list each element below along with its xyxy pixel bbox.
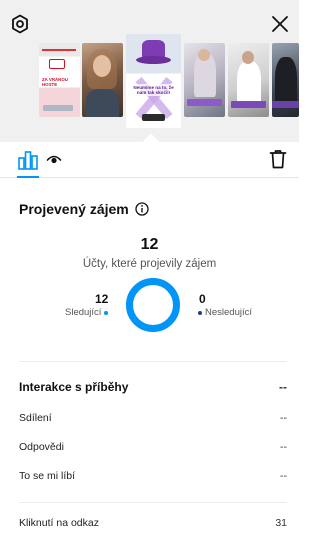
info-icon[interactable] [135, 202, 149, 216]
gear-icon[interactable] [10, 14, 30, 34]
divider [19, 502, 287, 503]
story-thumbnail-selected[interactable]: Neumíme na to, že nám tak skočil! [126, 34, 181, 128]
interest-donut-chart [126, 278, 180, 332]
interaction-row-shares: Sdílení -- [19, 412, 287, 424]
close-icon[interactable] [270, 14, 290, 34]
interactions-value: -- [279, 380, 287, 394]
non-followers-legend: Nesledující [198, 307, 252, 318]
story-thumbnail[interactable]: ZA VRÁNOU HOSTE [39, 43, 80, 117]
story-caption: ZA VRÁNOU HOSTE [42, 77, 68, 87]
story-thumbnail[interactable] [272, 43, 299, 117]
row-label: Odpovědi [19, 441, 64, 453]
row-value: -- [280, 412, 287, 424]
interest-total-label: Účty, které projevily zájem [82, 258, 217, 270]
donut-followers-arc [126, 278, 180, 332]
link-clicks-label: Kliknutí na odkaz [19, 517, 99, 529]
link-clicks-row: Kliknutí na odkaz 31 [19, 517, 287, 529]
followers-legend: Sledující [65, 307, 109, 318]
tab-insights[interactable] [17, 150, 39, 178]
followers-count: 12 [95, 292, 109, 306]
story-preview-area: ZA VRÁNOU HOSTE Neumíme na to, že nám ta… [0, 0, 299, 151]
story-thumbnail[interactable] [82, 43, 123, 117]
link-clicks-value: 31 [275, 517, 287, 529]
interest-section-title: Projevený zájem [19, 201, 149, 217]
followers-label: Sledující [65, 307, 102, 318]
followers-dot [104, 310, 109, 315]
non-followers-count: 0 [199, 292, 206, 306]
story-thumbnail[interactable] [184, 43, 225, 117]
interest-title: Projevený zájem [19, 201, 129, 217]
trash-icon[interactable] [269, 149, 287, 169]
row-label: To se mi líbí [19, 470, 76, 482]
row-value: -- [280, 470, 287, 482]
interaction-row-likes: To se mi líbí -- [19, 470, 287, 482]
interaction-row-replies: Odpovědi -- [19, 441, 287, 453]
insights-tab-bar [0, 142, 299, 178]
interactions-title: Interakce s příběhy [19, 380, 129, 394]
row-value: -- [280, 441, 287, 453]
non-followers-dot [198, 310, 202, 315]
bar-chart-icon [18, 151, 38, 170]
eye-icon [46, 155, 62, 164]
tab-viewers[interactable] [46, 151, 62, 167]
story-thumbnail[interactable] [228, 43, 269, 117]
interactions-header: Interakce s příběhy -- [19, 380, 287, 394]
row-label: Sdílení [19, 412, 52, 424]
divider [19, 361, 287, 362]
interest-total: 12 [140, 236, 159, 253]
story-caption: Neumíme na to, že nám tak skočil! [130, 84, 177, 97]
non-followers-label: Nesledující [205, 307, 252, 318]
